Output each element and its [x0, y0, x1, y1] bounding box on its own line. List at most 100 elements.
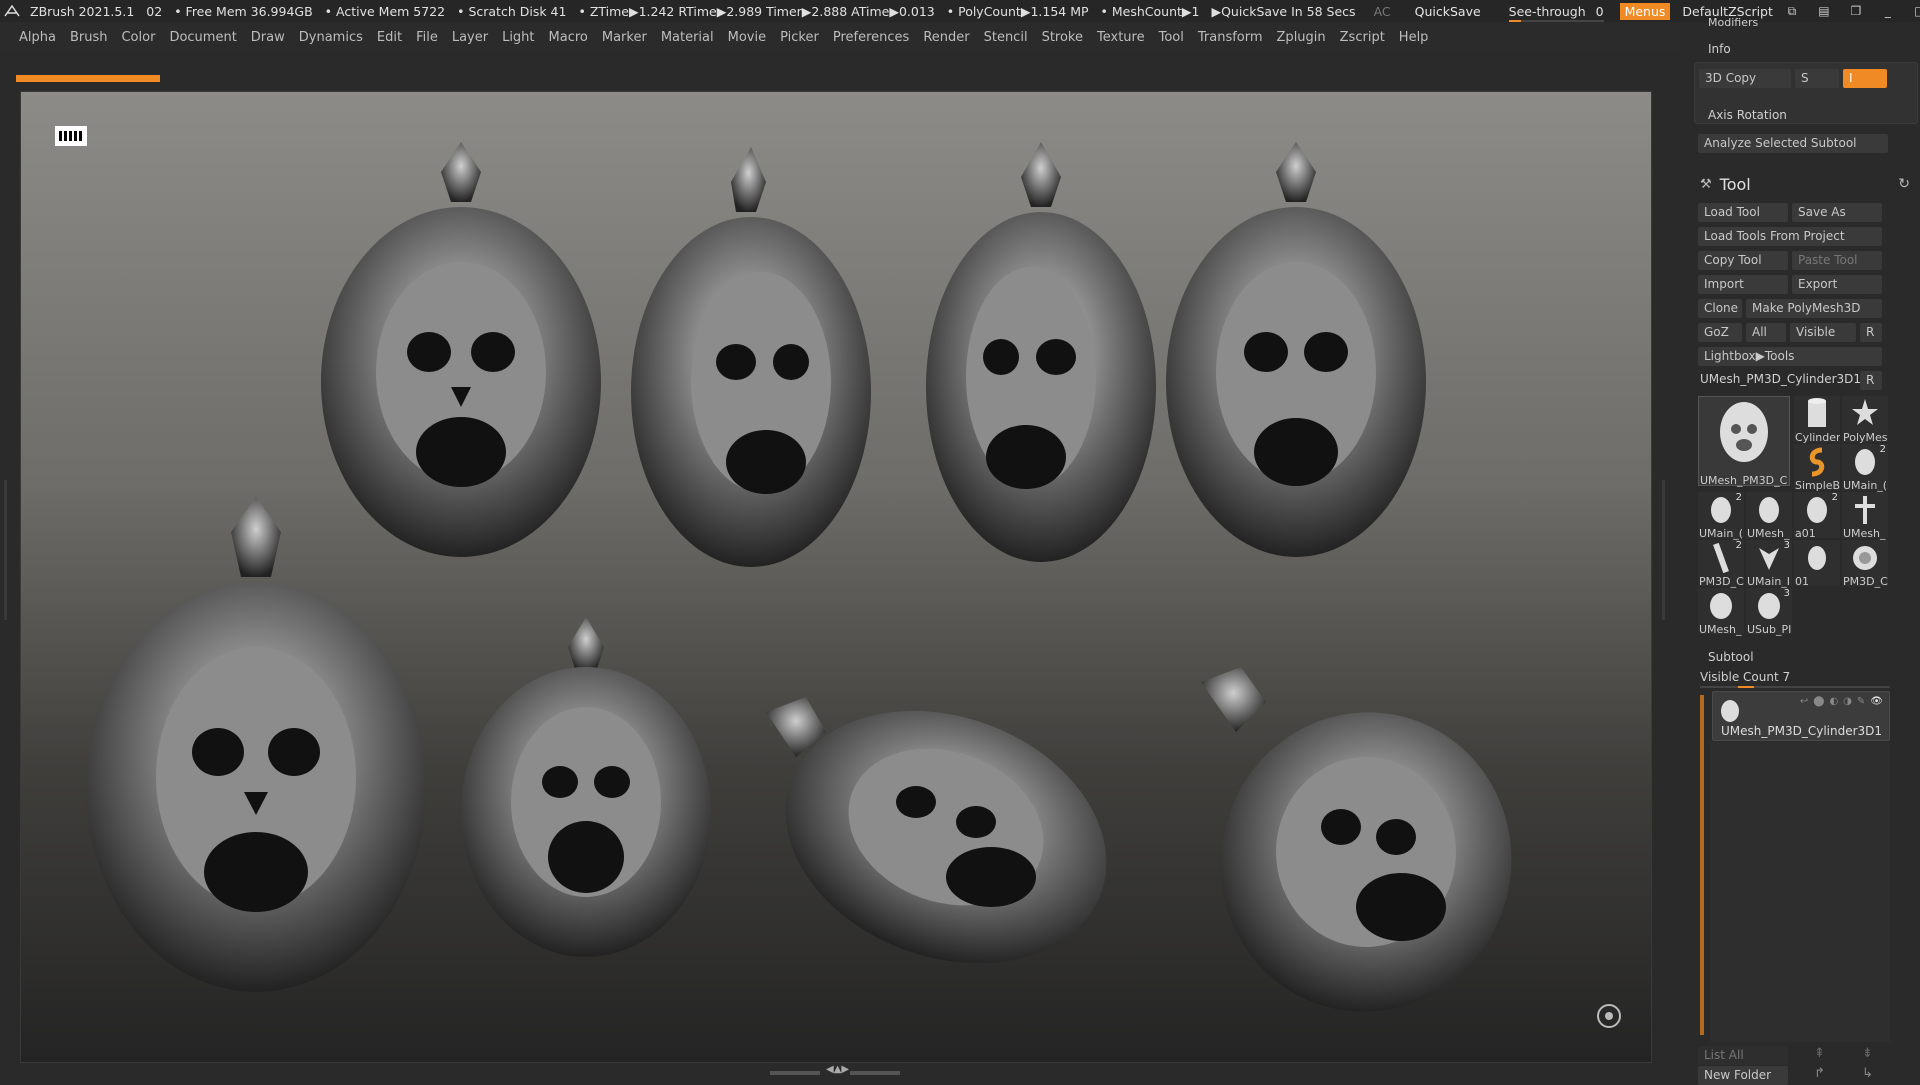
window-icon[interactable]: ❐ — [1845, 4, 1867, 19]
menu-preferences[interactable]: Preferences — [826, 30, 916, 45]
save-as-button[interactable]: Save As — [1792, 203, 1882, 222]
list-all-button[interactable]: List All — [1698, 1046, 1788, 1065]
menu-macro[interactable]: Macro — [542, 30, 595, 45]
ac-button[interactable]: AC — [1362, 4, 1403, 19]
new-folder-button[interactable]: New Folder — [1698, 1066, 1788, 1085]
load-tools-from-project-button[interactable]: Load Tools From Project — [1698, 227, 1882, 246]
tool-thumb-simplebrush[interactable]: SimpleB — [1794, 444, 1840, 492]
analyze-subtool-button[interactable]: Analyze Selected Subtool — [1698, 134, 1888, 153]
folder-down-icon[interactable]: ↳ — [1862, 1066, 1873, 1081]
menu-document[interactable]: Document — [162, 30, 243, 45]
menu-color[interactable]: Color — [114, 30, 162, 45]
menu-stroke[interactable]: Stroke — [1035, 30, 1090, 45]
paste-tool-button[interactable]: Paste Tool — [1792, 251, 1882, 270]
tool-thumb-pm3d-2[interactable]: PM3D_C — [1842, 540, 1888, 588]
import-button[interactable]: Import — [1698, 275, 1788, 294]
menu-brush[interactable]: Brush — [63, 30, 115, 45]
skull-pendant-model — [86, 497, 426, 992]
s-button[interactable]: S — [1795, 69, 1839, 88]
goz-button[interactable]: GoZ — [1698, 323, 1742, 342]
lightbox-tools-button[interactable]: Lightbox▶Tools — [1698, 347, 1882, 366]
minimize-icon[interactable]: _ — [1877, 4, 1899, 19]
menu-alpha[interactable]: Alpha — [12, 30, 63, 45]
left-tray-handle[interactable] — [0, 480, 12, 620]
current-tool-name[interactable]: UMesh_PM3D_Cylinder3D1 — [1700, 372, 1861, 386]
quicksave-button[interactable]: QuickSave — [1403, 4, 1493, 19]
menu-zplugin[interactable]: Zplugin — [1270, 30, 1333, 45]
menus-toggle-button[interactable]: Menus — [1619, 2, 1671, 20]
menu-stencil[interactable]: Stencil — [977, 30, 1035, 45]
menu-dynamics[interactable]: Dynamics — [292, 30, 370, 45]
tool-thumb-umain-3[interactable]: 3 UMain_I — [1746, 540, 1792, 588]
refresh-icon[interactable]: ↻ — [1898, 176, 1910, 192]
subtool-mask-icon[interactable]: ◐ — [1829, 696, 1838, 707]
move-up-icon[interactable]: ⇞ — [1814, 1046, 1825, 1061]
tool-palette-header[interactable]: ⚒ Tool ↻ — [1700, 172, 1910, 196]
tool-thumb-umain-2[interactable]: 2 UMain_( — [1698, 492, 1744, 540]
skull-pendant-model — [1166, 142, 1426, 557]
folder-arrow-icon[interactable]: ↱ — [1814, 1066, 1825, 1081]
subtool-section-header[interactable]: Subtool — [1708, 650, 1754, 664]
menu-texture[interactable]: Texture — [1090, 30, 1152, 45]
subtool-brush-icon[interactable]: ✎ — [1857, 696, 1865, 707]
visible-count-slider[interactable]: Visible Count 7 — [1700, 670, 1790, 684]
menu-layer[interactable]: Layer — [445, 30, 495, 45]
subtool-arrow-icon[interactable]: ↩ — [1800, 696, 1808, 707]
see-through-slider[interactable]: See-through 0 — [1501, 3, 1612, 22]
load-tool-button[interactable]: Load Tool — [1698, 203, 1788, 222]
3d-copy-button[interactable]: 3D Copy — [1699, 69, 1791, 88]
info-label[interactable]: Info — [1708, 42, 1731, 56]
subtool-eye-icon[interactable]: 👁 — [1870, 696, 1883, 707]
menu-marker[interactable]: Marker — [595, 30, 654, 45]
subtool-toggle-icon[interactable]: ⬤ — [1813, 696, 1824, 707]
menu-tool[interactable]: Tool — [1152, 30, 1191, 45]
activity-progress-bar — [16, 75, 160, 82]
axis-rotation-label[interactable]: Axis Rotation — [1708, 108, 1787, 122]
right-tray-handle[interactable] — [1658, 480, 1670, 620]
tool-thumb-umesh-2[interactable]: UMesh_ — [1698, 588, 1744, 636]
maximize-icon[interactable]: □ — [1909, 4, 1920, 19]
menu-picker[interactable]: Picker — [773, 30, 826, 45]
tool-thumb-usub[interactable]: 3 USub_PI — [1746, 588, 1792, 636]
tool-r-button[interactable]: R — [1860, 371, 1882, 390]
subtool-dynamesh-icon[interactable]: ◑ — [1843, 696, 1852, 707]
tool-palette-tray: Modifiers Info 3D Copy S I Axis Rotation… — [1690, 16, 1920, 1085]
tool-thumb-pm3d-1[interactable]: 2 PM3D_C — [1698, 540, 1744, 588]
i-button[interactable]: I — [1843, 69, 1887, 88]
bottom-tray-handle[interactable]: ◀▲▶ — [770, 1064, 900, 1076]
menu-file[interactable]: File — [409, 30, 445, 45]
layout-icon[interactable]: ▤ — [1813, 4, 1835, 19]
document-canvas[interactable] — [20, 91, 1652, 1063]
tool-thumb-01[interactable]: 01 — [1794, 540, 1840, 588]
subtool-item[interactable]: ↩ ⬤ ◐ ◑ ✎ 👁 UMesh_PM3D_Cylinder3D1 — [1712, 691, 1890, 741]
goz-all-button[interactable]: All — [1746, 323, 1786, 342]
menu-zscript[interactable]: Zscript — [1333, 30, 1392, 45]
restore-icon[interactable]: ⧉ — [1781, 4, 1803, 19]
tool-thumb-main[interactable]: UMesh_PM3D_C — [1698, 396, 1790, 487]
make-polymesh-button[interactable]: Make PolyMesh3D — [1746, 299, 1882, 318]
tool-thumb-umesh-1[interactable]: UMesh_ — [1746, 492, 1792, 540]
goz-visible-button[interactable]: Visible — [1790, 323, 1856, 342]
menu-transform[interactable]: Transform — [1191, 30, 1270, 45]
tool-thumb-cylinder[interactable]: Cylinder — [1794, 396, 1840, 444]
tool-thumb-polymesh-star[interactable]: PolyMes — [1842, 396, 1888, 444]
tool-thumb-umain-1[interactable]: 2 UMain_( — [1842, 444, 1888, 492]
menu-material[interactable]: Material — [654, 30, 721, 45]
menu-render[interactable]: Render — [916, 30, 976, 45]
menu-edit[interactable]: Edit — [370, 30, 409, 45]
move-down-icon[interactable]: ⇟ — [1862, 1046, 1873, 1061]
menu-light[interactable]: Light — [495, 30, 541, 45]
subtool-scrollbar[interactable] — [1700, 695, 1704, 1035]
goz-r-button[interactable]: R — [1860, 323, 1882, 342]
clone-button[interactable]: Clone — [1698, 299, 1742, 318]
tool-thumb-a01[interactable]: 2 a01 — [1794, 492, 1840, 540]
camera-gizmo-icon[interactable] — [1597, 1004, 1621, 1028]
see-through-label: See-through — [1508, 3, 1586, 19]
tool-thumb-umesh-cross[interactable]: UMesh_ — [1842, 492, 1888, 540]
title-bar: ZBrush 2021.5.1 02 • Free Mem 36.994GB •… — [0, 0, 1920, 22]
export-button[interactable]: Export — [1792, 275, 1882, 294]
menu-help[interactable]: Help — [1392, 30, 1436, 45]
copy-tool-button[interactable]: Copy Tool — [1698, 251, 1788, 270]
menu-draw[interactable]: Draw — [244, 30, 292, 45]
menu-movie[interactable]: Movie — [721, 30, 773, 45]
